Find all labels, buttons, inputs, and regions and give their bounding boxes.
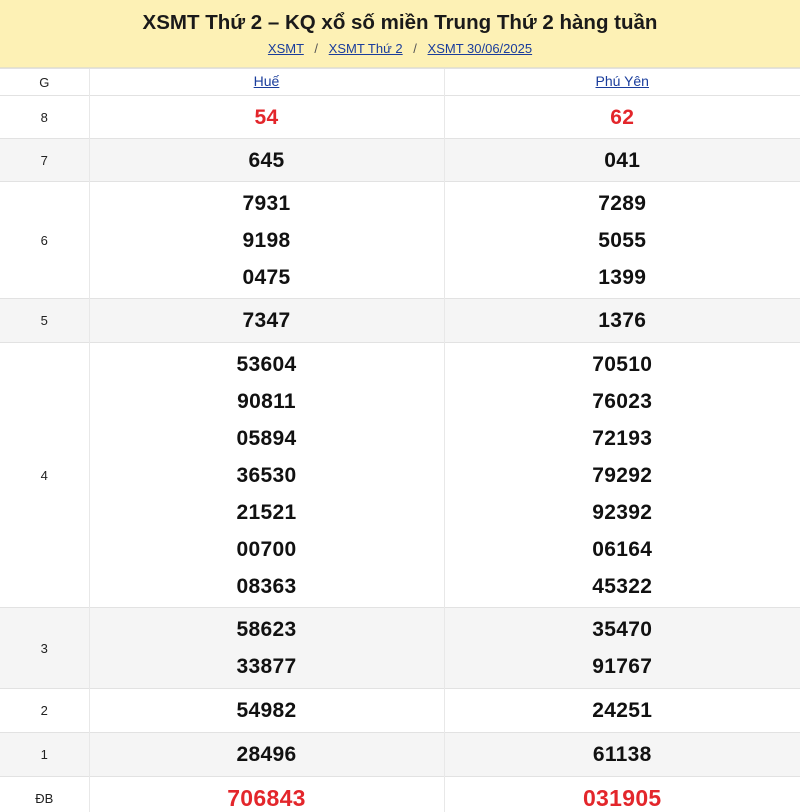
result-cell-phu-yen: 041 [443,138,800,182]
result-number: 90811 [237,389,296,413]
results-table: G Huế Phú Yên 8 54 62 7 645 041 6 7931 9… [0,68,800,812]
result-number: 54982 [236,699,297,722]
breadcrumb-link-xsmt-thu-2[interactable]: XSMT Thứ 2 [329,41,403,56]
result-number: 92392 [592,500,653,524]
breadcrumb-separator: / [413,41,417,56]
result-number: 041 [604,148,641,172]
result-number: 645 [248,148,285,172]
table-row-prize-5: 5 7347 1376 [0,298,800,343]
result-number: 9198 [242,228,291,252]
result-cell-phu-yen: 61138 [443,732,800,777]
table-row-prize-8: 8 54 62 [0,95,800,139]
province-header-hue: Huế [88,68,444,96]
result-cell-phu-yen: 031905 [443,776,800,812]
special-prize-number: 031905 [582,785,662,812]
result-cell-phu-yen: 24251 [443,688,800,733]
table-row-prize-1: 1 28496 61138 [0,732,800,777]
result-number: 45322 [592,574,653,598]
result-cell-hue: 645 [88,138,444,182]
breadcrumb-link-xsmt[interactable]: XSMT [268,41,304,56]
result-number: 36530 [236,463,297,487]
result-number: 7347 [242,309,291,332]
result-number: 24251 [592,699,653,722]
result-number: 79292 [592,463,653,487]
result-number: 1399 [598,265,647,289]
result-number: 21521 [236,500,297,524]
result-cell-hue: 54 [88,95,444,139]
result-number: 61138 [592,743,652,766]
table-row-prize-special: ĐB 706843 031905 [0,776,800,812]
result-number: 70510 [592,352,653,376]
result-cell-hue: 7347 [88,298,444,343]
prize-label: 5 [0,298,89,343]
table-row-prize-6: 6 7931 9198 0475 7289 5055 1399 [0,181,800,299]
result-number: 28496 [236,743,297,766]
result-number: 00700 [236,537,297,561]
breadcrumb-link-xsmt-date[interactable]: XSMT 30/06/2025 [428,41,533,56]
prize-label: 4 [0,342,89,608]
result-cell-hue: 706843 [88,776,444,812]
page-title: XSMT Thứ 2 – KQ xổ số miền Trung Thứ 2 h… [142,11,658,34]
result-number: 0475 [242,265,291,289]
prize-label: 3 [0,607,89,689]
prize-label: 8 [0,95,89,139]
table-row-prize-4: 4 53604 90811 05894 36530 21521 00700 08… [0,342,800,608]
result-cell-phu-yen: 70510 76023 72193 79292 92392 06164 4532… [443,342,800,608]
result-number: 7289 [598,191,647,215]
results-page: XSMT Thứ 2 – KQ xổ số miền Trung Thứ 2 h… [0,0,800,812]
result-cell-phu-yen: 7289 5055 1399 [443,181,800,299]
result-number: 1376 [598,309,647,332]
table-row-prize-3: 3 58623 33877 35470 91767 [0,607,800,689]
result-number: 05894 [236,426,297,450]
table-row-prize-7: 7 645 041 [0,138,800,182]
province-header-phu-yen: Phú Yên [443,68,800,96]
result-number: 91767 [592,655,653,678]
result-cell-hue: 54982 [88,688,444,733]
prize-label: 2 [0,688,89,733]
province-link-hue[interactable]: Huế [254,73,280,89]
result-cell-hue: 53604 90811 05894 36530 21521 00700 0836… [88,342,444,608]
result-cell-phu-yen: 35470 91767 [443,607,800,689]
result-number: 53604 [236,352,297,376]
breadcrumb: XSMT / XSMT Thứ 2 / XSMT 30/06/2025 [0,40,800,58]
result-number: 7931 [242,191,291,215]
result-cell-phu-yen: 1376 [443,298,800,343]
special-prize-number: 706843 [227,785,306,812]
prize-label: 7 [0,138,89,182]
result-cell-hue: 7931 9198 0475 [88,181,444,299]
prize-label: 1 [0,732,89,777]
result-number: 72193 [592,426,653,450]
province-link-phu-yen[interactable]: Phú Yên [596,73,649,89]
result-number: 06164 [592,537,653,561]
result-number: 62 [610,105,635,129]
result-cell-hue: 28496 [88,732,444,777]
result-number: 5055 [598,228,647,252]
page-header: XSMT Thứ 2 – KQ xổ số miền Trung Thứ 2 h… [0,0,800,68]
table-row-prize-2: 2 54982 24251 [0,688,800,733]
prize-label: ĐB [0,776,89,812]
prize-column-header: G [0,68,89,96]
prize-label: 6 [0,181,89,299]
result-number: 76023 [592,389,653,413]
result-number: 33877 [236,655,297,678]
result-number: 35470 [592,618,653,641]
result-cell-hue: 58623 33877 [88,607,444,689]
breadcrumb-separator: / [314,41,319,56]
result-number: 58623 [236,618,297,641]
table-header-row: G Huế Phú Yên [0,68,800,96]
result-number: 08363 [236,574,297,598]
result-cell-phu-yen: 62 [443,95,800,139]
result-number: 54 [254,105,279,129]
